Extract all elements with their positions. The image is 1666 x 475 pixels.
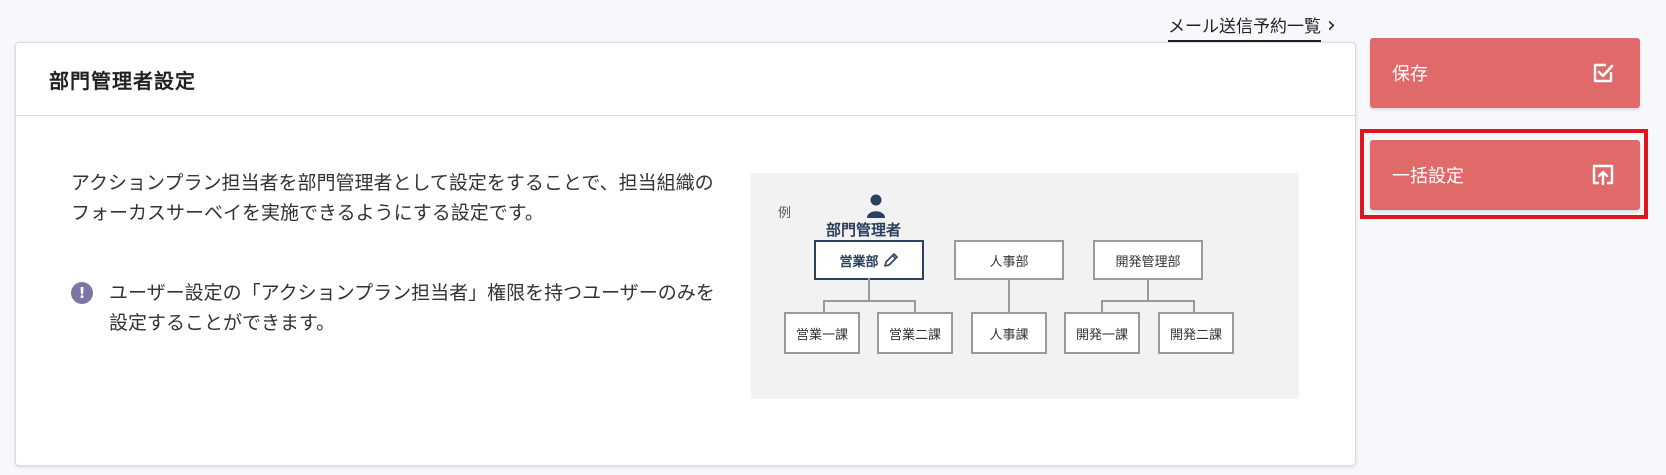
page-title: 部門管理者設定 xyxy=(49,68,196,93)
save-button-label: 保存 xyxy=(1392,64,1428,85)
chevron-right-icon: › xyxy=(1327,13,1336,38)
dept-box-sales: 営業部 xyxy=(814,240,924,280)
pencil-icon xyxy=(883,253,898,267)
permission-note: ! ユーザー設定の「アクションプラン担当者」権限を持つユーザーのみを設定すること… xyxy=(71,278,721,338)
section-box: 開発二課 xyxy=(1158,312,1234,354)
bulk-setting-button-label: 一括設定 xyxy=(1392,166,1464,187)
checkbox-check-icon xyxy=(1593,63,1614,83)
section-box: 開発一課 xyxy=(1064,312,1140,354)
dept-label-dev: 開発管理部 xyxy=(1115,254,1181,270)
save-button[interactable]: 保存 xyxy=(1370,38,1640,108)
connector-line xyxy=(1147,278,1149,301)
section-box: 営業二課 xyxy=(877,312,953,354)
manager-label: 部門管理者 xyxy=(826,221,902,239)
upload-icon xyxy=(1592,164,1614,186)
dept-box-hr: 人事部 xyxy=(954,240,1064,280)
dept-box-dev: 開発管理部 xyxy=(1093,240,1203,280)
connector-line xyxy=(1101,300,1103,312)
department-manager-card: 部門管理者設定 アクションプラン担当者を部門管理者として設定をすることで、担当組… xyxy=(15,42,1356,466)
section-label: 営業二課 xyxy=(888,327,941,343)
connector-line xyxy=(914,300,916,312)
connector-line xyxy=(823,300,825,312)
section-label: 営業一課 xyxy=(795,327,848,343)
connector-line xyxy=(868,278,870,301)
mail-schedule-list-label: メール送信予約一覧 xyxy=(1168,12,1321,42)
section-label: 開発一課 xyxy=(1075,327,1128,343)
connector-line xyxy=(1193,300,1195,312)
connector-line xyxy=(1008,278,1010,312)
bulk-setting-button[interactable]: 一括設定 xyxy=(1370,140,1640,210)
dept-label-hr: 人事部 xyxy=(989,254,1029,270)
example-org-chart: 例 部門管理者 営業部 人事部 開発管理部 営業一課 営業二課 人事課 開発一課… xyxy=(751,173,1299,399)
note-text: ユーザー設定の「アクションプラン担当者」権限を持つユーザーのみを設定することがで… xyxy=(109,282,715,334)
section-box: 人事課 xyxy=(971,312,1047,354)
section-label: 人事課 xyxy=(989,327,1029,343)
connector-line xyxy=(1101,300,1194,302)
dept-label-sales: 営業部 xyxy=(839,254,879,270)
description-text: アクションプラン担当者を部門管理者として設定をすることで、担当組織のフォーカスサ… xyxy=(71,172,714,224)
section-label: 開発二課 xyxy=(1169,327,1222,343)
mail-schedule-list-link[interactable]: メール送信予約一覧 › xyxy=(1168,12,1336,42)
person-icon xyxy=(867,194,885,218)
section-box: 営業一課 xyxy=(784,312,860,354)
connector-line xyxy=(823,300,915,302)
card-header: 部門管理者設定 xyxy=(16,43,1355,116)
example-label: 例 xyxy=(778,206,792,221)
exclamation-circle-icon: ! xyxy=(71,282,93,304)
description: アクションプラン担当者を部門管理者として設定をすることで、担当組織のフォーカスサ… xyxy=(71,168,721,228)
